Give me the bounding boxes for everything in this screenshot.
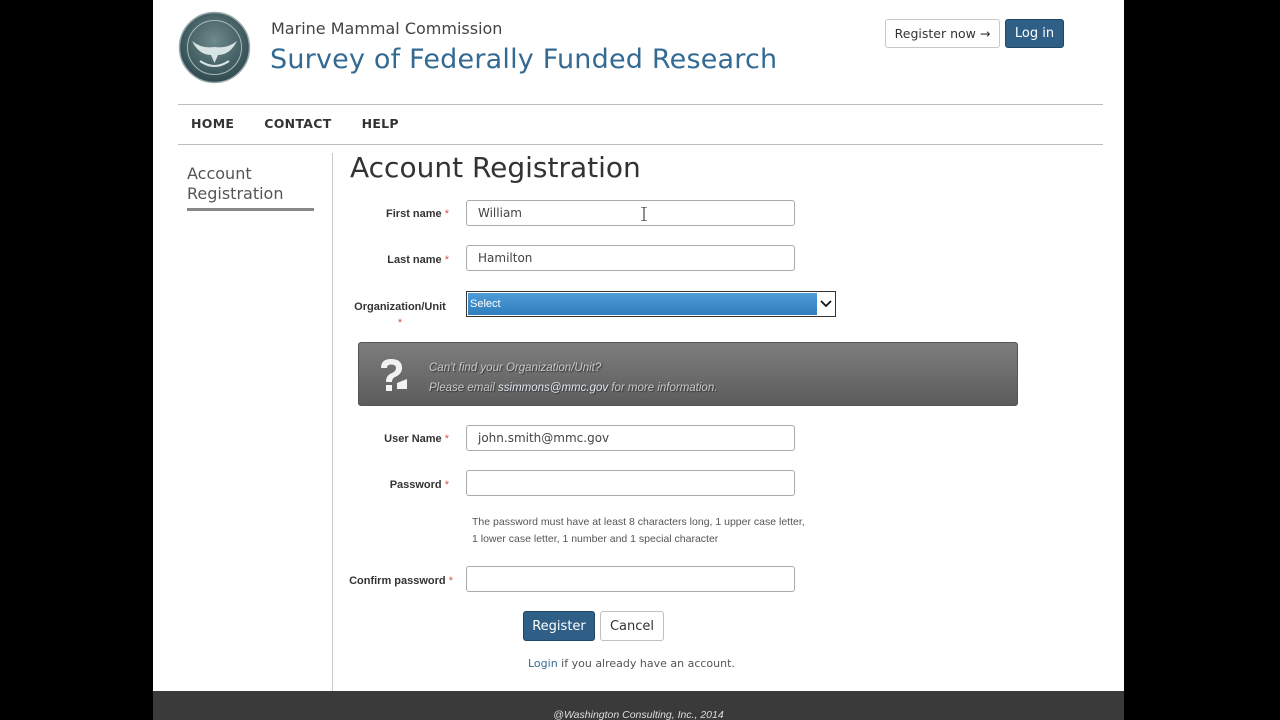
- password-label-text: Password: [389, 479, 442, 491]
- help-line-2-suffix: for more information.: [608, 382, 718, 394]
- commission-logo-icon: [178, 11, 251, 84]
- organization-help-box: Can't find your Organization/Unit? Pleas…: [358, 342, 1018, 406]
- login-button[interactable]: Log in: [1005, 19, 1064, 48]
- help-line-1: Can't find your Organization/Unit?: [429, 362, 602, 374]
- organization-label: Organization/Unit *: [351, 299, 449, 331]
- nav-item-contact[interactable]: CONTACT: [264, 116, 331, 131]
- organization-select[interactable]: Select: [466, 291, 836, 317]
- question-mark-icon: [381, 359, 407, 391]
- organization-selected-value: Select: [468, 293, 817, 315]
- password-label: Password *: [353, 479, 449, 491]
- login-note-suffix: if you already have an account.: [557, 657, 735, 670]
- main-nav: HOME CONTACT HELP: [191, 116, 399, 131]
- required-mark: *: [444, 479, 449, 491]
- required-mark: *: [444, 254, 449, 266]
- site-title: Survey of Federally Funded Research: [270, 44, 778, 75]
- register-button[interactable]: Register: [523, 611, 595, 641]
- organization-label-text: Organization/Unit: [354, 301, 446, 313]
- first-name-value: William: [478, 206, 522, 220]
- text-cursor-icon: [641, 207, 647, 221]
- help-line-2-prefix: Please email: [429, 382, 499, 394]
- org-name: Marine Mammal Commission: [271, 19, 503, 38]
- help-email-link[interactable]: ssimmons@mmc.gov: [498, 382, 608, 394]
- password-hint-line-2: 1 lower case letter, 1 number and 1 spec…: [472, 533, 719, 545]
- password-hint: The password must have at least 8 charac…: [472, 514, 805, 548]
- confirm-password-label-text: Confirm password: [349, 575, 446, 587]
- sidebar-item-label-line1: Account: [187, 164, 252, 183]
- nav-divider: [178, 144, 1103, 145]
- required-mark: *: [397, 317, 403, 329]
- first-name-label: First name *: [353, 208, 449, 220]
- header-divider: [178, 104, 1103, 105]
- password-field[interactable]: [466, 470, 795, 496]
- page-container: Marine Mammal Commission Survey of Feder…: [153, 0, 1124, 720]
- user-name-field[interactable]: john.smith@mmc.gov: [466, 425, 795, 451]
- confirm-password-field[interactable]: [466, 566, 795, 592]
- footer-copyright: @Washington Consulting, Inc., 2014: [553, 709, 724, 720]
- sidebar-active-indicator: [187, 208, 314, 211]
- footer: @Washington Consulting, Inc., 2014: [153, 691, 1124, 720]
- last-name-field[interactable]: Hamilton: [466, 245, 795, 271]
- last-name-label: Last name *: [353, 254, 449, 266]
- confirm-password-label: Confirm password *: [343, 575, 453, 587]
- login-note: Login if you already have an account.: [528, 657, 735, 670]
- register-now-button[interactable]: Register now →: [885, 19, 1000, 48]
- page-title: Account Registration: [350, 151, 641, 184]
- password-hint-line-1: The password must have at least 8 charac…: [472, 516, 805, 528]
- organization-help-text: Can't find your Organization/Unit? Pleas…: [429, 358, 717, 398]
- user-name-label-text: User Name: [384, 433, 442, 445]
- cancel-button[interactable]: Cancel: [600, 611, 664, 641]
- sidebar-item-label-line2: Registration: [187, 184, 284, 203]
- nav-item-help[interactable]: HELP: [362, 116, 399, 131]
- first-name-field[interactable]: William: [466, 200, 795, 226]
- sidebar-item-account-registration[interactable]: Account Registration: [187, 164, 314, 204]
- last-name-label-text: Last name: [387, 254, 442, 266]
- user-name-label: User Name *: [353, 433, 449, 445]
- help-line-2: Please email ssimmons@mmc.gov for more i…: [429, 378, 717, 398]
- required-mark: *: [444, 433, 449, 445]
- login-link[interactable]: Login: [528, 657, 558, 670]
- user-name-value: john.smith@mmc.gov: [478, 431, 610, 445]
- last-name-value: Hamilton: [478, 251, 533, 265]
- required-mark: *: [444, 208, 449, 220]
- sidebar-divider: [332, 153, 333, 693]
- chevron-down-icon[interactable]: [819, 295, 833, 313]
- nav-item-home[interactable]: HOME: [191, 116, 234, 131]
- required-mark: *: [448, 575, 453, 587]
- first-name-label-text: First name: [386, 208, 442, 220]
